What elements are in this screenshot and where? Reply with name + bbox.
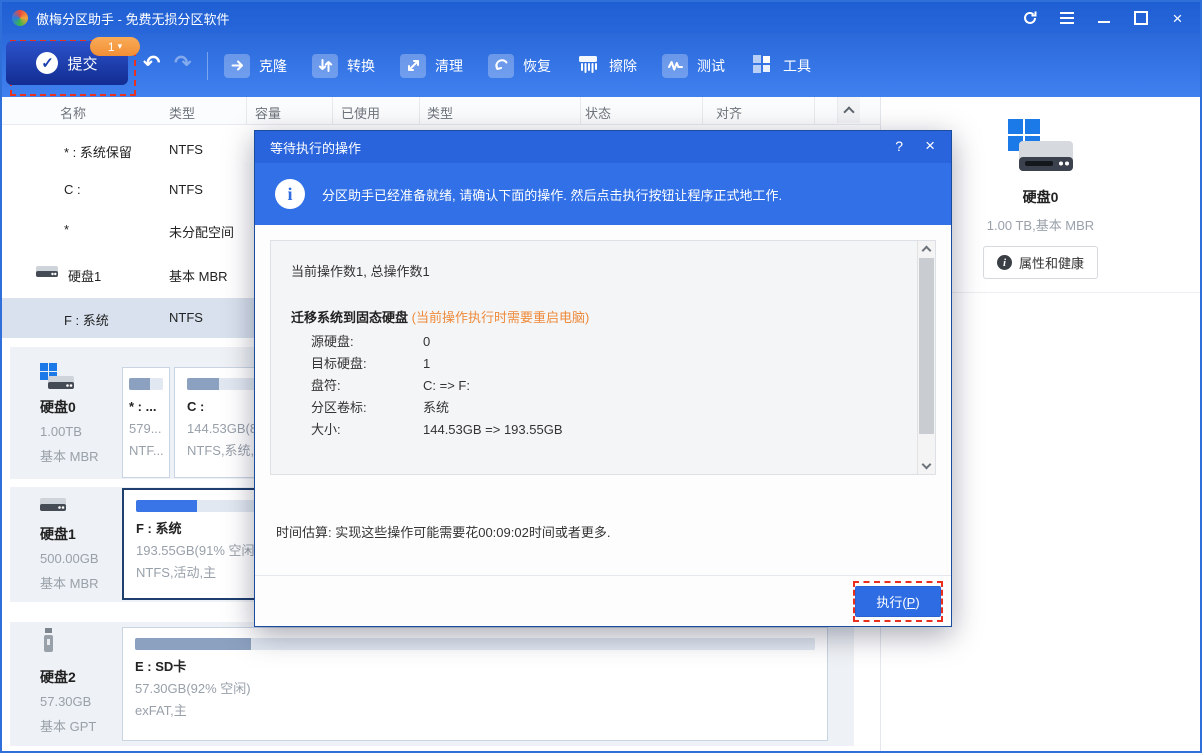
tools-icon [750, 52, 774, 79]
toolbar: ✓ 提交 1▾ ↶ ↷ 克隆 转换 [2, 34, 1200, 97]
col-align: 对齐 [716, 103, 742, 122]
col-status: 状态 [585, 103, 611, 122]
usb-icon [40, 628, 96, 660]
detail-target-disk: 目标硬盘:1 [311, 353, 811, 372]
help-icon[interactable]: ? [895, 138, 903, 154]
partition-card-e-sdcard[interactable]: E : SD卡 57.30GB(92% 空闲) exFAT,主 [122, 627, 828, 741]
dialog-message: 分区助手已经准备就绪, 请确认下面的操作. 然后点击执行按钮让程序正式地工作. [322, 185, 782, 204]
properties-health-button[interactable]: i 属性和健康 [983, 246, 1098, 279]
scroll-down-icon[interactable] [918, 458, 935, 474]
toolbar-separator [207, 52, 208, 80]
operations-summary: 当前操作数1, 总操作数1 [291, 261, 430, 280]
redo-icon: ↷ [174, 51, 192, 76]
pending-operations-badge[interactable]: 1▾ [90, 37, 140, 56]
toolbar-test[interactable]: 测试 [662, 54, 725, 78]
clone-icon [224, 54, 250, 78]
window-controls: × [1011, 2, 1196, 34]
col-type: 类型 [169, 103, 195, 122]
window-title: 傲梅分区助手 - 免费无损分区软件 [36, 9, 230, 28]
app-logo-icon [12, 10, 28, 26]
time-estimate: 时间估算: 实现这些操作可能需要花00:09:02时间或者更多. [276, 522, 610, 541]
info-icon: i [997, 255, 1012, 270]
dialog-banner: i 分区助手已经准备就绪, 请确认下面的操作. 然后点击执行按钮让程序正式地工作… [255, 163, 951, 225]
execute-highlight-box: 执行(P) [853, 581, 943, 622]
disk0-info[interactable]: 硬盘0 1.00TB 基本 MBR [40, 363, 99, 465]
dialog-scrollbar[interactable] [917, 241, 935, 474]
convert-icon [312, 54, 338, 78]
toolbar-erase[interactable]: 擦除 [576, 52, 637, 79]
operations-list: 当前操作数1, 总操作数1 迁移系统到固态硬盘 (当前操作执行时需要重启电脑) … [270, 240, 936, 475]
scroll-up-arrow[interactable] [837, 97, 860, 123]
maximize-button[interactable] [1122, 2, 1159, 34]
restart-warning: (当前操作执行时需要重启电脑) [412, 310, 590, 325]
toolbar-convert[interactable]: 转换 [312, 54, 375, 78]
chevron-down-icon: ▾ [118, 41, 123, 52]
app-window: 傲梅分区助手 - 免费无损分区软件 × ✓ 提交 1▾ ↶ ↷ [0, 0, 1202, 753]
info-icon: i [275, 179, 305, 209]
undo-icon[interactable]: ↶ [143, 51, 161, 76]
disk-icon [36, 264, 58, 282]
col-used: 已使用 [341, 103, 380, 122]
scrollbar-thumb[interactable] [919, 258, 934, 434]
col-name: 名称 [60, 103, 86, 122]
recover-icon [488, 54, 514, 78]
dialog-footer-divider [255, 575, 951, 576]
detail-drive-letter: 盘符:C: => F: [311, 375, 811, 394]
test-icon [662, 54, 688, 78]
disk2-info[interactable]: 硬盘2 57.30GB 基本 GPT [40, 628, 96, 735]
erase-icon [576, 52, 600, 79]
disk0-windows-disk-icon [40, 363, 74, 390]
toolbar-clone[interactable]: 克隆 [224, 54, 287, 78]
title-bar: 傲梅分区助手 - 免费无损分区软件 × [2, 2, 1200, 34]
col-fstype: 类型 [427, 103, 453, 122]
toolbar-items: 克隆 转换 清理 恢复 [224, 34, 836, 97]
operation-title: 迁移系统到固态硬盘 (当前操作执行时需要重启电脑) [291, 307, 589, 326]
clean-icon [400, 54, 426, 78]
minimize-button[interactable] [1085, 2, 1122, 34]
check-icon: ✓ [36, 52, 58, 74]
close-button[interactable]: × [1159, 2, 1196, 34]
submit-label: 提交 [67, 53, 97, 74]
detail-size: 大小:144.53GB => 193.55GB [311, 419, 811, 438]
disk2-row[interactable]: 硬盘2 57.30GB 基本 GPT E : SD卡 57.30GB(92% 空… [10, 622, 854, 746]
pending-operations-dialog: 等待执行的操作 ? × i 分区助手已经准备就绪, 请确认下面的操作. 然后点击… [254, 130, 952, 627]
col-capacity: 容量 [255, 103, 281, 122]
selected-disk-icon [1008, 119, 1074, 175]
close-icon[interactable]: × [925, 136, 935, 156]
table-header: 名称 类型 容量 已使用 类型 状态 对齐 [2, 97, 880, 125]
dialog-title-bar: 等待执行的操作 ? × [255, 131, 951, 163]
partition-card-reserved[interactable]: * : ... 579... NTF... [122, 367, 170, 478]
dialog-title: 等待执行的操作 [270, 138, 361, 157]
menu-icon[interactable] [1048, 2, 1085, 34]
toolbar-tools[interactable]: 工具 [750, 52, 811, 79]
scroll-up-icon[interactable] [918, 241, 935, 257]
detail-source-disk: 源硬盘:0 [311, 331, 811, 350]
detail-volume-label: 分区卷标:系统 [311, 397, 811, 416]
execute-button[interactable]: 执行(P) [855, 586, 941, 617]
disk1-icon [40, 495, 99, 517]
refresh-icon[interactable] [1011, 2, 1048, 34]
disk1-info[interactable]: 硬盘1 500.00GB 基本 MBR [40, 495, 99, 592]
toolbar-clean[interactable]: 清理 [400, 54, 463, 78]
toolbar-recover[interactable]: 恢复 [488, 54, 551, 78]
